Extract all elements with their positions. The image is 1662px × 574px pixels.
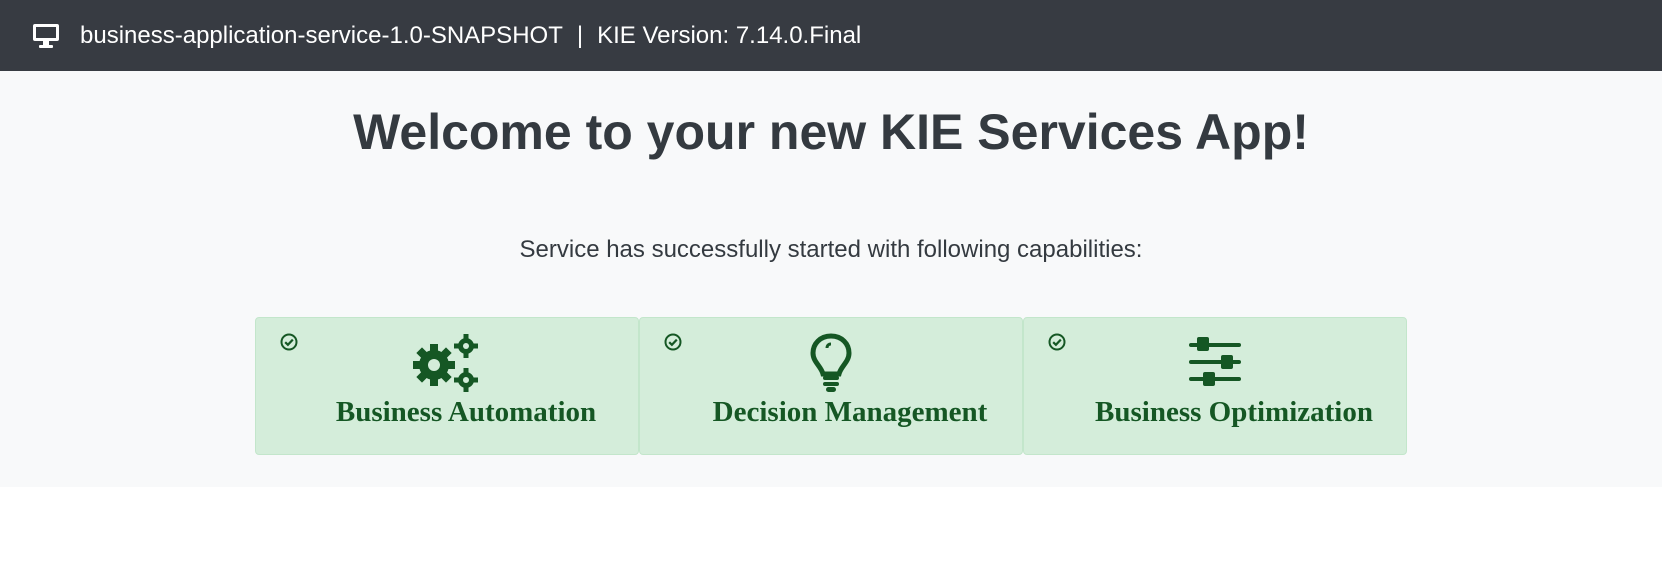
capability-label: Business Automation <box>335 396 597 428</box>
main-content: Welcome to your new KIE Services App! Se… <box>0 71 1662 487</box>
header-separator: | <box>576 21 584 49</box>
sliders-icon <box>1189 337 1241 386</box>
check-circle-icon <box>664 333 682 351</box>
capabilities-subtitle: Service has successfully started with fo… <box>519 236 1143 263</box>
desktop-monitor-icon <box>32 23 60 49</box>
capability-label: Business Optimization <box>1095 396 1373 428</box>
capability-cards: Business Automation Decision Management <box>0 317 1662 455</box>
app-name: business-application-service-1.0-SNAPSHO… <box>80 21 563 49</box>
page-title: Welcome to your new KIE Services App! <box>353 104 1309 160</box>
check-circle-icon <box>280 333 298 351</box>
lightbulb-icon <box>810 333 852 392</box>
cogs-icon <box>413 334 478 392</box>
capability-label: Decision Management <box>712 396 988 428</box>
capability-card-business-optimization: Business Optimization <box>1023 317 1407 455</box>
top-bar: business-application-service-1.0-SNAPSHO… <box>0 0 1662 71</box>
kie-version: KIE Version: 7.14.0.Final <box>597 21 862 49</box>
check-circle-icon <box>1048 333 1066 351</box>
capability-card-decision-management: Decision Management <box>639 317 1023 455</box>
capability-card-business-automation: Business Automation <box>255 317 639 455</box>
